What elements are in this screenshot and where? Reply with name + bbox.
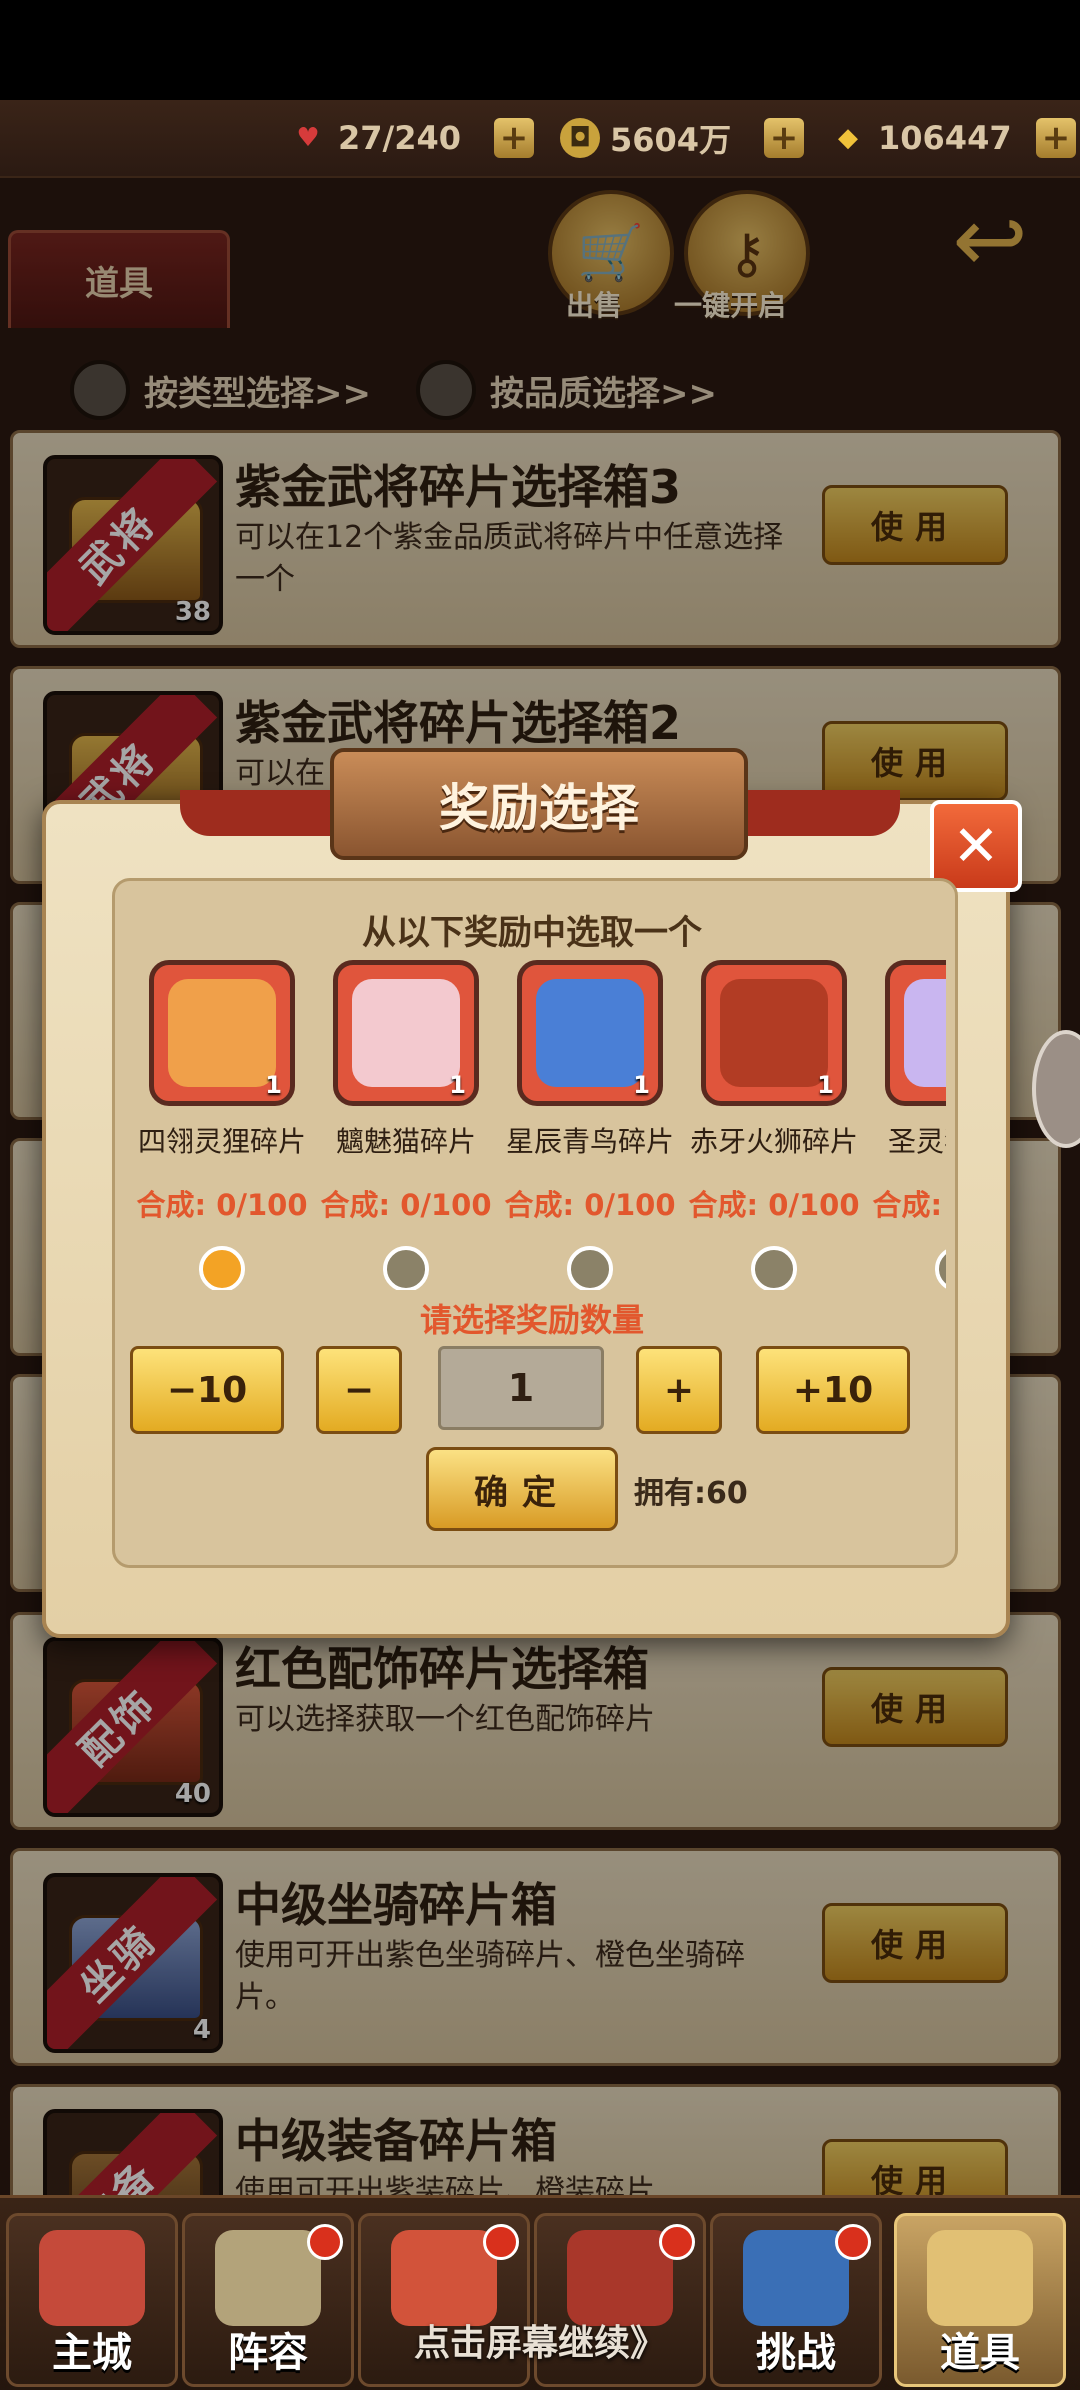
reward-portrait: 1: [517, 960, 663, 1106]
status-bar: [0, 0, 1080, 100]
reward-name: 星辰青鸟碎片: [505, 1125, 674, 1158]
items-bag-icon: [927, 2230, 1033, 2326]
gold-value: 106447: [878, 119, 1012, 157]
reward-list: 1 四翎灵狸碎片 合成: 0/100 1 魑魅猫碎片 合成: 0/100 1 星…: [130, 960, 946, 1290]
reward-qty: 1: [449, 1071, 466, 1099]
stamina-display: ♥ 27/240: [288, 112, 461, 164]
reward-synth: 合成: 0/100: [136, 1188, 308, 1222]
reward-radio[interactable]: [567, 1246, 613, 1290]
reward-option[interactable]: 1 魑魅猫碎片 合成: 0/100: [314, 960, 498, 1290]
quantity-prompt: 请选择奖励数量: [419, 1301, 644, 1339]
challenge-icon: [743, 2230, 849, 2326]
fox-portrait-icon: [168, 979, 276, 1087]
castle-icon: [39, 2230, 145, 2326]
minus-10-button[interactable]: −10: [130, 1346, 284, 1434]
plus-button[interactable]: +: [636, 1346, 722, 1434]
gold-ingot-icon: ◆: [838, 123, 858, 153]
reward-name: 魑魅猫碎片: [335, 1125, 476, 1158]
coin-value: 5604万: [610, 121, 732, 159]
reward-qty: 1: [817, 1071, 834, 1099]
bird-portrait-icon: [536, 979, 644, 1087]
bag-icon: [567, 2230, 673, 2326]
reward-synth: 合成: 0/100: [320, 1188, 492, 1222]
lineup-icon: [215, 2230, 321, 2326]
minus-button[interactable]: −: [316, 1346, 402, 1434]
notification-dot: [307, 2224, 343, 2260]
stamina-value: 27/240: [338, 119, 462, 157]
reward-option[interactable]: 圣灵狐碎片 合成: 0/100: [866, 960, 946, 1290]
coin-display: ◘ 5604万: [560, 112, 731, 164]
reward-name: 四翎灵狸碎片: [137, 1125, 306, 1158]
reward-portrait: 1: [701, 960, 847, 1106]
shop-icon: [391, 2230, 497, 2326]
fox-spirit-portrait-icon: [904, 979, 946, 1087]
notification-dot: [835, 2224, 871, 2260]
reward-qty: 1: [633, 1071, 650, 1099]
cat-portrait-icon: [352, 979, 460, 1087]
notification-dot: [659, 2224, 695, 2260]
confirm-button[interactable]: 确定: [426, 1447, 618, 1531]
pick-one-label: 从以下奖励中选取一个: [362, 913, 702, 953]
reward-portrait: 1: [149, 960, 295, 1106]
reward-name: 圣灵狐碎片: [887, 1125, 946, 1158]
reward-name: 赤牙火狮碎片: [689, 1125, 858, 1158]
reward-option[interactable]: 1 赤牙火狮碎片 合成: 0/100: [682, 960, 866, 1290]
reward-synth: 合成: 0/100: [688, 1188, 860, 1222]
reward-radio[interactable]: [383, 1246, 429, 1290]
reward-portrait: [885, 960, 946, 1106]
quantity-input[interactable]: 1: [438, 1346, 604, 1430]
plus-10-button[interactable]: +10: [756, 1346, 910, 1434]
reward-option[interactable]: 1 星辰青鸟碎片 合成: 0/100: [498, 960, 682, 1290]
tap-to-continue[interactable]: 点击屏幕继续》: [0, 2314, 1080, 2366]
reward-synth: 合成: 0/100: [872, 1188, 947, 1222]
reward-qty: 1: [265, 1071, 282, 1099]
add-gold-button[interactable]: +: [1036, 118, 1076, 158]
reward-portrait: 1: [333, 960, 479, 1106]
coin-icon: ◘: [560, 118, 600, 158]
reward-radio[interactable]: [935, 1246, 946, 1290]
notification-dot: [483, 2224, 519, 2260]
popup-title: 奖励选择: [330, 748, 748, 860]
add-stamina-button[interactable]: +: [494, 118, 534, 158]
lion-portrait-icon: [720, 979, 828, 1087]
reward-radio[interactable]: [751, 1246, 797, 1290]
add-coin-button[interactable]: +: [764, 118, 804, 158]
reward-radio-selected[interactable]: [199, 1246, 245, 1290]
reward-synth: 合成: 0/100: [504, 1188, 676, 1222]
owned-count: 拥有:60: [634, 1476, 748, 1511]
gold-display: ◆ 106447: [828, 112, 1012, 164]
stamina-icon: ♥: [296, 123, 320, 153]
reward-option[interactable]: 1 四翎灵狸碎片 合成: 0/100: [130, 960, 314, 1290]
